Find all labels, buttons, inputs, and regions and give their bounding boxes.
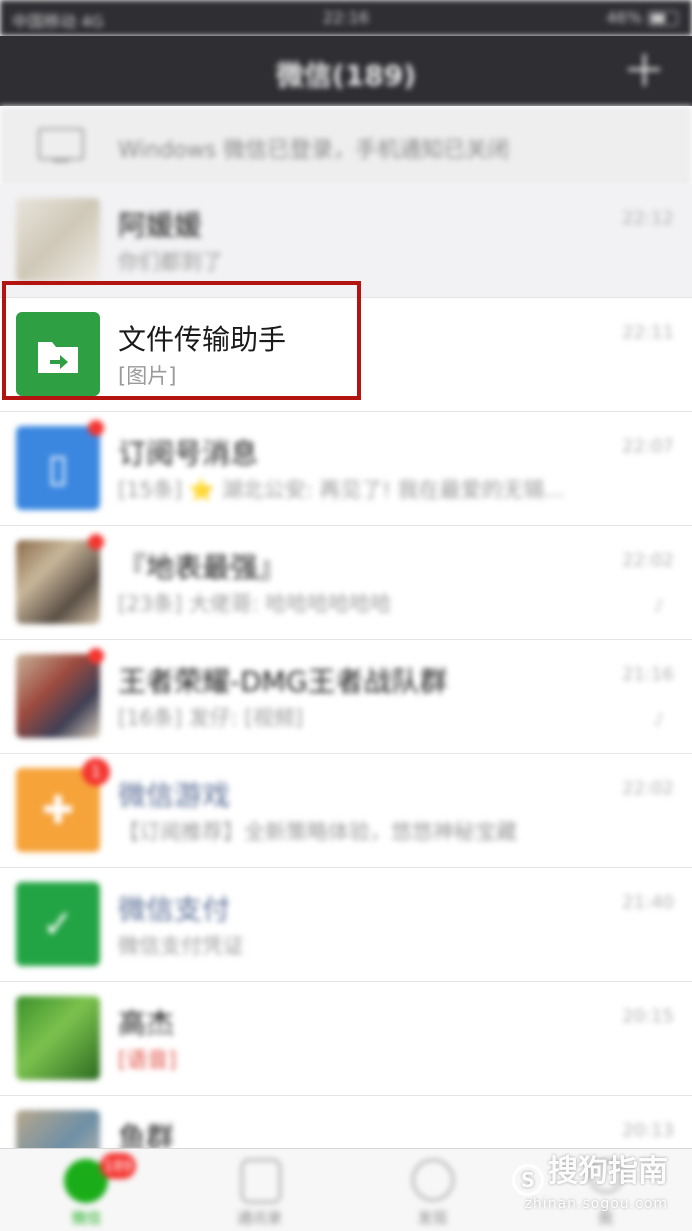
group-avatar xyxy=(16,540,100,624)
chat-time: 21:40 xyxy=(622,892,674,913)
chat-row-file-transfer[interactable]: 文件传输助手 [图片] 22:11 xyxy=(0,298,692,412)
status-bar: 中国移动 4G 22:16 46% xyxy=(0,0,692,36)
chat-list: 阿媛媛 你们都到了 22:12 文件传输助手 [图片] 22:11 ▯ 订阅号消… xyxy=(0,184,692,1210)
chat-preview: 微信支付凭证 xyxy=(118,934,244,958)
pay-avatar: ✓ xyxy=(16,882,100,966)
chat-row-wechat-pay[interactable]: ✓ 微信支付 微信支付凭证 21:40 xyxy=(0,868,692,982)
watermark-title: S 搜狗指南 xyxy=(512,1146,668,1196)
clock: 22:16 xyxy=(322,8,370,27)
chat-name: 王者荣耀-DMG王者战队群 xyxy=(118,665,448,698)
chat-row-subscriptions[interactable]: ▯ 订阅号消息 [15条] ⭐ 湖北公安: 再见了! 我在最爱的无锡... 22… xyxy=(0,412,692,526)
chat-name: 『地表最强』 xyxy=(118,551,287,584)
tab-contacts[interactable]: 通讯录 xyxy=(173,1149,346,1231)
chat-time: 22:11 xyxy=(622,322,674,343)
sogou-watermark: S 搜狗指南 zhinan.sogou.com xyxy=(512,1146,668,1212)
chat-time: 20:13 xyxy=(622,1120,674,1141)
battery-icon xyxy=(648,11,678,26)
unread-dot xyxy=(88,648,104,664)
unread-dot xyxy=(88,534,104,550)
tab-badge: 189 xyxy=(100,1153,136,1179)
chat-time: 21:16 xyxy=(622,664,674,685)
chat-time: 20:15 xyxy=(622,1006,674,1027)
page-title: 微信(189) xyxy=(275,59,417,92)
chat-preview: [图片] xyxy=(118,364,177,388)
chat-time: 22:02 xyxy=(622,550,674,571)
chat-preview: 【订阅推荐】全新策略体验，悠悠神秘宝藏 xyxy=(118,820,517,844)
battery-percent: 46% xyxy=(606,8,642,27)
unread-dot xyxy=(88,420,104,436)
chat-row-ayuanyuan[interactable]: 阿媛媛 你们都到了 22:12 xyxy=(0,184,692,298)
monitor-icon xyxy=(38,128,84,162)
chat-name: 阿媛媛 xyxy=(118,209,203,242)
sogou-logo-icon: S xyxy=(512,1164,544,1196)
compass-icon xyxy=(412,1159,454,1201)
contact-avatar xyxy=(16,996,100,1080)
mute-icon: ♪ xyxy=(654,710,665,729)
add-plus-icon[interactable] xyxy=(624,50,664,90)
chat-name: 微信支付 xyxy=(118,893,231,926)
unread-badge: 1 xyxy=(82,758,110,786)
chat-preview: [语音] xyxy=(118,1044,658,1074)
group-avatar xyxy=(16,654,100,738)
chat-preview: [23条] 大佬哥: 哈哈哈哈哈哈 xyxy=(118,592,392,616)
voice-tag: [语音] xyxy=(118,1048,177,1072)
chat-preview: 你们都到了 xyxy=(118,250,223,274)
tab-label: 发现 xyxy=(417,1209,448,1227)
document-icon: ▯ xyxy=(47,446,69,490)
chat-name: 微信游戏 xyxy=(118,779,231,812)
notice-text: Windows 微信已登录，手机通知已关闭 xyxy=(118,138,510,163)
avatar xyxy=(16,198,100,282)
chat-row-gaojie[interactable]: 高杰 [语音] 20:15 xyxy=(0,982,692,1096)
tab-label: 通讯录 xyxy=(236,1209,282,1227)
chat-name: 文件传输助手 xyxy=(118,323,287,356)
desktop-login-notice[interactable]: Windows 微信已登录，手机通知已关闭 xyxy=(0,106,692,185)
chat-preview: [15条] ⭐ 湖北公安: 再见了! 我在最爱的无锡... xyxy=(118,478,565,502)
chat-name: 订阅号消息 xyxy=(118,437,259,470)
watermark-url: zhinan.sogou.com xyxy=(524,1196,668,1212)
chat-row-honor-of-kings-group[interactable]: 王者荣耀-DMG王者战队群 [16条] 发仔: [视频] 21:16 ♪ xyxy=(0,640,692,754)
chat-row-wechat-games[interactable]: ✚ 1 微信游戏 【订阅推荐】全新策略体验，悠悠神秘宝藏 22:02 xyxy=(0,754,692,868)
mute-icon: ♪ xyxy=(654,596,665,615)
chat-time: 22:07 xyxy=(622,436,674,457)
checkmark-icon: ✓ xyxy=(42,902,74,946)
chat-preview: [16条] 发仔: [视频] xyxy=(118,706,303,730)
contacts-icon xyxy=(241,1159,281,1203)
subscription-avatar: ▯ xyxy=(16,426,100,510)
folder-arrow-icon xyxy=(38,342,78,373)
tab-chats[interactable]: 189 微信 xyxy=(0,1149,173,1231)
tab-label: 微信 xyxy=(71,1209,102,1227)
chat-row-group-strongest[interactable]: 『地表最强』 [23条] 大佬哥: 哈哈哈哈哈哈 22:02 ♪ xyxy=(0,526,692,640)
tab-discover[interactable]: 发现 xyxy=(346,1149,519,1231)
chat-time: 22:12 xyxy=(622,208,674,229)
navbar: 微信(189) xyxy=(0,36,692,106)
chat-time: 22:02 xyxy=(622,778,674,799)
file-transfer-avatar xyxy=(16,312,100,396)
watermark-text: 搜狗指南 xyxy=(548,1154,668,1189)
chat-name: 高杰 xyxy=(118,1007,175,1040)
